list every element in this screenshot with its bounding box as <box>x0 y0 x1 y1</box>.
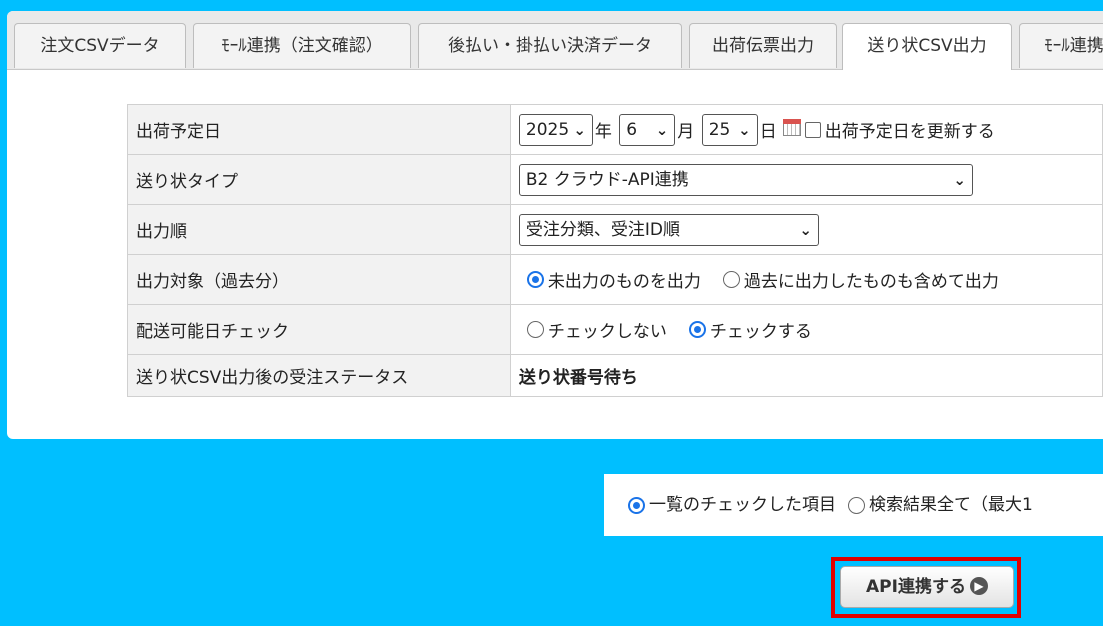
output-scope-box: 一覧のチェックした項目 検索結果全て（最大1 <box>604 474 1103 536</box>
row-ship-date: 出荷予定日 2025 ⌄ 年 6 ⌄ 月 25 ⌄ 日出荷予定日を更新する <box>127 104 1103 155</box>
update-ship-date-label: 出荷予定日を更新する <box>824 122 995 142</box>
row-invoice-type: 送り状タイプ B2 クラウド-API連携 ⌄ <box>127 154 1103 205</box>
radio-checked-items-label: 一覧のチェックした項目 <box>649 495 836 515</box>
radio-include-past-label: 過去に出力したものも含めて出力 <box>743 272 999 292</box>
chevron-down-icon: ⌄ <box>573 120 586 139</box>
radio-all-results-label: 検索結果全て（最大1 <box>869 495 1033 515</box>
tab-invoice-csv[interactable]: 送り状CSV出力 <box>842 23 1012 70</box>
invoice-type-selected: B2 クラウド-API連携 <box>525 169 689 190</box>
update-ship-date-checkbox[interactable] <box>804 121 821 138</box>
output-order-selected: 受注分類、受注ID順 <box>525 219 680 240</box>
row-output-order: 出力順 受注分類、受注ID順 ⌄ <box>127 204 1103 255</box>
output-order-value: 受注分類、受注ID順 ⌄ <box>509 204 1103 255</box>
ship-date-label: 出荷予定日 <box>127 104 511 155</box>
radio-unoutput-only[interactable] <box>526 271 544 288</box>
tab-shipping-slip[interactable]: 出荷伝票出力 <box>689 23 837 68</box>
radio-unoutput-only-label: 未出力のものを出力 <box>547 272 701 292</box>
row-output-target: 出力対象（過去分） 未出力のものを出力 過去に出力したものも含めて出力 <box>127 254 1103 305</box>
status-after-value: 送り状番号待ち <box>509 354 1103 397</box>
day-value: 25 <box>708 119 731 140</box>
tab-order-csv[interactable]: 注文CSVデータ <box>14 23 186 68</box>
tab-deferred-payment[interactable]: 後払い・掛払い決済データ <box>418 23 682 68</box>
day-unit: 日 <box>759 122 777 142</box>
delivery-check-label: 配送可能日チェック <box>127 304 511 355</box>
year-value: 2025 <box>525 119 570 140</box>
delivery-check-value: チェックしない チェックする <box>509 304 1103 355</box>
radio-all-results[interactable] <box>848 496 865 514</box>
tab-mall-integration[interactable]: ﾓｰﾙ連携 <box>1019 23 1103 68</box>
invoice-type-label: 送り状タイプ <box>127 154 511 205</box>
row-status-after: 送り状CSV出力後の受注ステータス 送り状番号待ち <box>127 354 1103 397</box>
year-select[interactable]: 2025 ⌄ <box>518 113 593 146</box>
calendar-icon[interactable] <box>782 119 801 136</box>
radio-do-check-label: チェックする <box>709 322 812 342</box>
year-unit: 年 <box>594 122 612 142</box>
api-integrate-button[interactable]: API連携する ▶ <box>840 566 1014 608</box>
output-target-label: 出力対象（過去分） <box>127 254 511 305</box>
chevron-down-icon: ⌄ <box>738 120 751 139</box>
status-after-label: 送り状CSV出力後の受注ステータス <box>127 354 511 397</box>
chevron-down-icon: ⌄ <box>799 220 812 239</box>
month-unit: 月 <box>677 122 695 142</box>
row-delivery-check: 配送可能日チェック チェックしない チェックする <box>127 304 1103 355</box>
month-value: 6 <box>626 119 638 140</box>
chevron-down-icon: ⌄ <box>953 170 966 189</box>
day-select[interactable]: 25 ⌄ <box>701 113 758 146</box>
api-integrate-label: API連携する <box>866 577 966 597</box>
output-order-label: 出力順 <box>127 204 511 255</box>
tab-mall-order-confirm[interactable]: ﾓｰﾙ連携（注文確認） <box>193 23 411 68</box>
invoice-type-select[interactable]: B2 クラウド-API連携 ⌄ <box>518 163 973 196</box>
chevron-down-icon: ⌄ <box>655 120 669 139</box>
radio-no-check[interactable] <box>526 321 544 338</box>
radio-no-check-label: チェックしない <box>547 322 667 342</box>
invoice-settings-table: 出荷予定日 2025 ⌄ 年 6 ⌄ 月 25 ⌄ 日出荷予定日を更新する 送り状タイプ B… <box>127 104 1103 397</box>
radio-do-check[interactable] <box>688 321 706 338</box>
output-order-select[interactable]: 受注分類、受注ID順 ⌄ <box>518 213 819 246</box>
output-target-value: 未出力のものを出力 過去に出力したものも含めて出力 <box>509 254 1103 305</box>
ship-date-value: 2025 ⌄ 年 6 ⌄ 月 25 ⌄ 日出荷予定日を更新する <box>509 104 1103 155</box>
radio-include-past[interactable] <box>722 271 740 288</box>
month-select[interactable]: 6 ⌄ <box>619 113 676 146</box>
radio-checked-items[interactable] <box>628 496 645 514</box>
tab-bar: 注文CSVデータ ﾓｰﾙ連携（注文確認） 後払い・掛払い決済データ 出荷伝票出力… <box>7 11 1103 70</box>
invoice-type-value: B2 クラウド-API連携 ⌄ <box>509 154 1103 205</box>
arrow-right-circle-icon: ▶ <box>969 576 988 595</box>
